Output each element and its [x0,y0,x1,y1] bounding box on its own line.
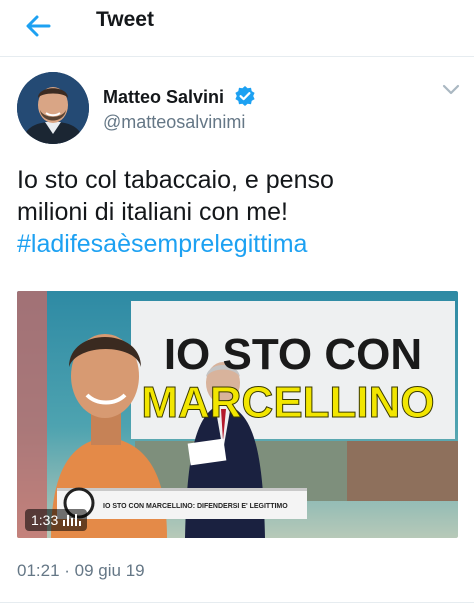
back-arrow-icon[interactable] [18,6,58,46]
tweet-text: Io sto col tabaccaio, e penso milioni di… [17,164,457,260]
hashtag-link[interactable]: #ladifesaèsemprelegittima [17,228,457,260]
verified-badge-icon [235,86,255,106]
tweet-text-line-1: Io sto col tabaccaio, e penso [17,166,334,194]
video-headline-1: IO STO CON [164,330,422,379]
video-headline-2: MARCELLINO [141,378,434,427]
page-title: Tweet [96,8,154,31]
tweet-text-line-2: milioni di italiani con me! [17,198,288,226]
video-player[interactable]: IO STO CON MARCELLINO IO STO CON MARCELL… [17,291,458,538]
video-duration: 1:33 [31,512,59,528]
video-duration-badge: 1:33 [25,509,88,531]
avatar[interactable] [17,72,89,144]
divider [0,602,474,603]
video-ticker: IO STO CON MARCELLINO: DIFENDERSI E' LEG… [103,503,288,510]
video-frame: IO STO CON MARCELLINO IO STO CON MARCELL… [17,291,458,538]
author-handle[interactable]: @matteosalvinimi [103,110,245,134]
author-name[interactable]: Matteo Salvini [103,86,224,108]
chevron-down-icon[interactable] [440,80,462,100]
tweet-timestamp: 01:21 · 09 giu 19 [17,561,145,580]
top-bar: Tweet [0,0,474,57]
audio-bars-icon [63,514,82,526]
avatar-portrait-icon [17,72,89,144]
